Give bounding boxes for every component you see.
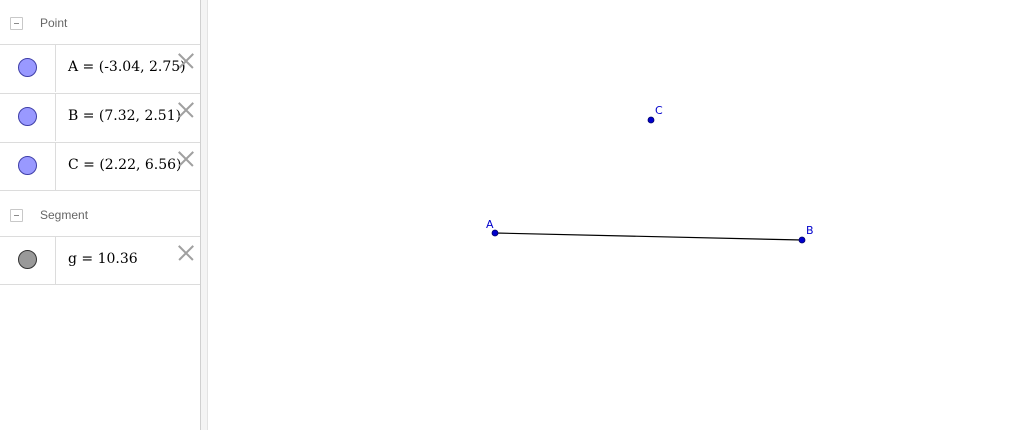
algebra-item-text[interactable]: B = (7.32, 2.51) xyxy=(68,108,181,124)
delete-x-icon[interactable] xyxy=(176,51,195,70)
marble-cell xyxy=(0,94,56,141)
graphics-view[interactable]: A B C xyxy=(208,0,1024,430)
point-c[interactable] xyxy=(647,116,655,124)
delete-x-icon[interactable] xyxy=(176,100,195,119)
group-header-point[interactable]: Point xyxy=(0,1,200,45)
delete-x-icon[interactable] xyxy=(176,149,195,168)
algebra-item-point-a[interactable]: A = (-3.04, 2.75) xyxy=(0,44,200,92)
visibility-toggle-marble-icon[interactable] xyxy=(18,250,37,269)
delete-x-icon[interactable] xyxy=(176,243,195,262)
visibility-toggle-marble-icon[interactable] xyxy=(18,107,37,126)
marble-cell xyxy=(0,237,56,284)
visibility-toggle-marble-icon[interactable] xyxy=(18,58,37,77)
collapse-minus-icon[interactable] xyxy=(10,208,23,222)
marble-cell xyxy=(0,143,56,190)
graphics-canvas[interactable]: A B C xyxy=(208,0,1024,430)
algebra-view: Point A = (-3.04, 2.75) B = (7.32, 2.51)… xyxy=(0,0,200,430)
algebra-item-text[interactable]: A = (-3.04, 2.75) xyxy=(68,59,186,75)
point-label-a: A xyxy=(486,218,494,231)
point-b[interactable] xyxy=(798,236,806,244)
group-label-segment: Segment xyxy=(40,208,89,222)
group-header-segment[interactable]: Segment xyxy=(0,193,200,237)
view-splitter[interactable] xyxy=(200,0,208,430)
algebra-item-point-b[interactable]: B = (7.32, 2.51) xyxy=(0,93,200,141)
group-label-point: Point xyxy=(40,16,68,30)
algebra-item-segment-g[interactable]: g = 10.36 xyxy=(0,236,200,285)
algebra-item-text[interactable]: g = 10.36 xyxy=(68,251,138,267)
segment-g[interactable] xyxy=(494,232,803,241)
marble-cell xyxy=(0,45,56,92)
algebra-item-text[interactable]: C = (2.22, 6.56) xyxy=(68,157,182,173)
algebra-item-point-c[interactable]: C = (2.22, 6.56) xyxy=(0,142,200,191)
point-label-b: B xyxy=(806,224,814,237)
point-label-c: C xyxy=(655,104,663,117)
visibility-toggle-marble-icon[interactable] xyxy=(18,156,37,175)
collapse-minus-icon[interactable] xyxy=(10,16,23,30)
